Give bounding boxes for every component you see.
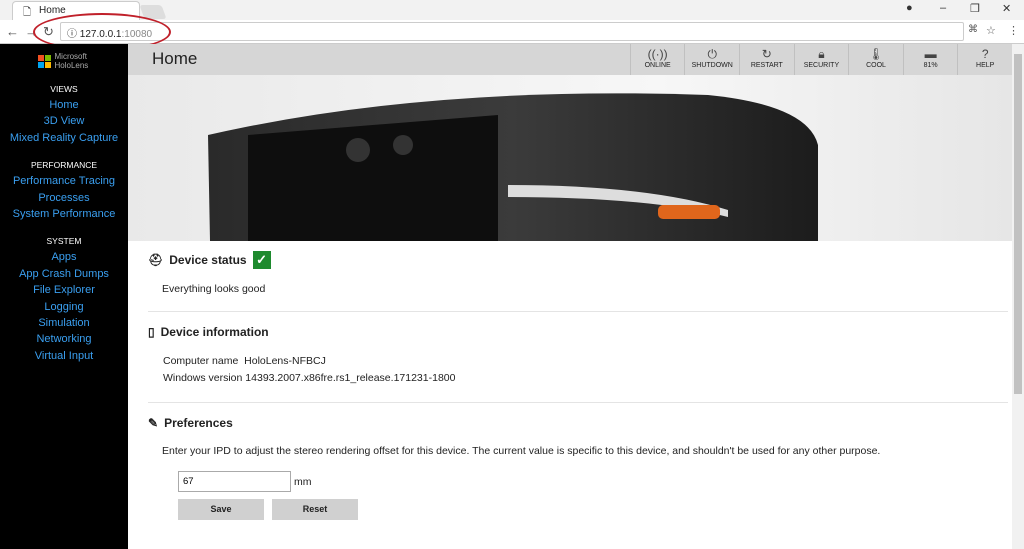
header: Home ((·)) ONLINE ⏻ SHUTDOWN ↻ RESTART 🔒︎ SECUR… [128, 44, 1012, 75]
microsoft-logo-icon [37, 54, 51, 68]
back-button[interactable]: ← [6, 24, 19, 39]
device-information-heading: ▯ Device information [148, 325, 269, 339]
sidebar-item-system-performance[interactable]: System Performance [0, 206, 128, 222]
cool-button[interactable]: 🌡︎ COOL [848, 44, 903, 75]
help-button[interactable]: ? HELP [957, 44, 1012, 75]
check-icon: ✓ [252, 251, 271, 269]
preferences-heading: ✎ Preferences [148, 416, 233, 430]
sidebar-item-app-crash-dumps[interactable]: App Crash Dumps [0, 266, 128, 282]
menu-icon[interactable]: ⋮ [1008, 24, 1019, 37]
sidebar-section-title: VIEWS [50, 84, 78, 94]
battery-icon: ▬ [924, 47, 937, 61]
tool-label: SHUTDOWN [691, 62, 733, 69]
sidebar-item-simulation[interactable]: Simulation [0, 315, 128, 331]
sidebar-section-title: SYSTEM [46, 236, 82, 247]
star-icon[interactable]: ☆ [986, 24, 996, 37]
hololens-image [128, 75, 1012, 241]
windows-version-row: Windows version 14393.2007.x86fre.rs1_re… [163, 372, 456, 384]
minimize-button[interactable]: – [940, 2, 946, 14]
tool-label: HELP [976, 62, 995, 69]
unit-label: mm [294, 476, 312, 488]
status-text: Everything looks good [162, 283, 266, 295]
sidebar: Microsoft HoloLens VIEWS Home 3D View Mixed… [0, 44, 128, 549]
device-status-heading: ⛑ Device status ✓ [148, 251, 271, 269]
thermometer-icon: 🌡︎ [868, 47, 884, 61]
page-icon: 🗋 [23, 7, 32, 18]
tool-label: RESTART [750, 62, 783, 69]
sidebar-item-logging[interactable]: Logging [0, 299, 128, 315]
tool-label: SECURITY [803, 62, 840, 69]
tool-label: COOL [866, 62, 886, 69]
sidebar-item-3d-view[interactable]: 3D View [0, 113, 128, 129]
url-input[interactable]: ⓘ 127.0.0.1:10080 [60, 22, 964, 41]
reset-button[interactable]: Reset [272, 499, 358, 520]
online-button[interactable]: ((·)) ONLINE [629, 44, 685, 75]
power-icon: ⏻ [707, 47, 717, 61]
ipd-input[interactable] [178, 471, 291, 492]
sidebar-item-performance-tracing[interactable]: Performance Tracing [0, 173, 128, 189]
scrollbar-thumb[interactable] [1014, 54, 1022, 394]
profile-icon[interactable]: ● [906, 2, 913, 14]
sidebar-section-title: PERFORMANCE [30, 160, 98, 171]
sidebar-item-mixed-reality-capture[interactable]: Mixed Reality Capture [0, 130, 128, 146]
sidebar-item-home[interactable]: Home [0, 97, 128, 113]
pencil-icon: ✎ [148, 416, 159, 430]
sidebar-item-networking[interactable]: Networking [0, 331, 128, 347]
security-button[interactable]: 🔒︎ SECURITY [793, 44, 849, 75]
lock-icon: 🔒︎ [818, 47, 825, 61]
tool-label: 81% [923, 62, 938, 69]
sidebar-item-file-explorer[interactable]: File Explorer [0, 282, 128, 298]
restart-icon: ↻ [761, 47, 772, 61]
scrollbar[interactable] [1012, 44, 1024, 549]
close-button[interactable]: ✕ [1002, 2, 1011, 15]
logo: Microsoft HoloLens [0, 52, 128, 70]
sidebar-item-virtual-input[interactable]: Virtual Input [0, 348, 128, 364]
tab-bar: 🗋 Home ● – ❐ ✕ [0, 0, 1024, 20]
sidebar-item-apps[interactable]: Apps [0, 249, 128, 265]
save-button[interactable]: Save [178, 499, 264, 520]
sidebar-item-processes[interactable]: Processes [0, 190, 128, 206]
antenna-icon: ((·)) [647, 47, 668, 61]
tool-label: ONLINE [644, 62, 671, 69]
page-title: Home [152, 49, 198, 68]
restore-button[interactable]: ❐ [970, 2, 980, 15]
shutdown-button[interactable]: ⏻ SHUTDOWN [684, 44, 739, 75]
81-battery-button[interactable]: ▬ 81% [902, 44, 958, 75]
computer-name-row: Computer name HoloLens-NFBCJ [163, 355, 326, 367]
restart-button[interactable]: ↻ RESTART [739, 44, 794, 75]
translate-icon[interactable]: ⌘ [968, 24, 978, 35]
device-icon: ▯ [148, 325, 155, 339]
preferences-description: Enter your IPD to adjust the stereo rend… [162, 445, 881, 457]
status-icon: ⛑ [148, 253, 164, 267]
help-icon: ? [981, 47, 989, 61]
